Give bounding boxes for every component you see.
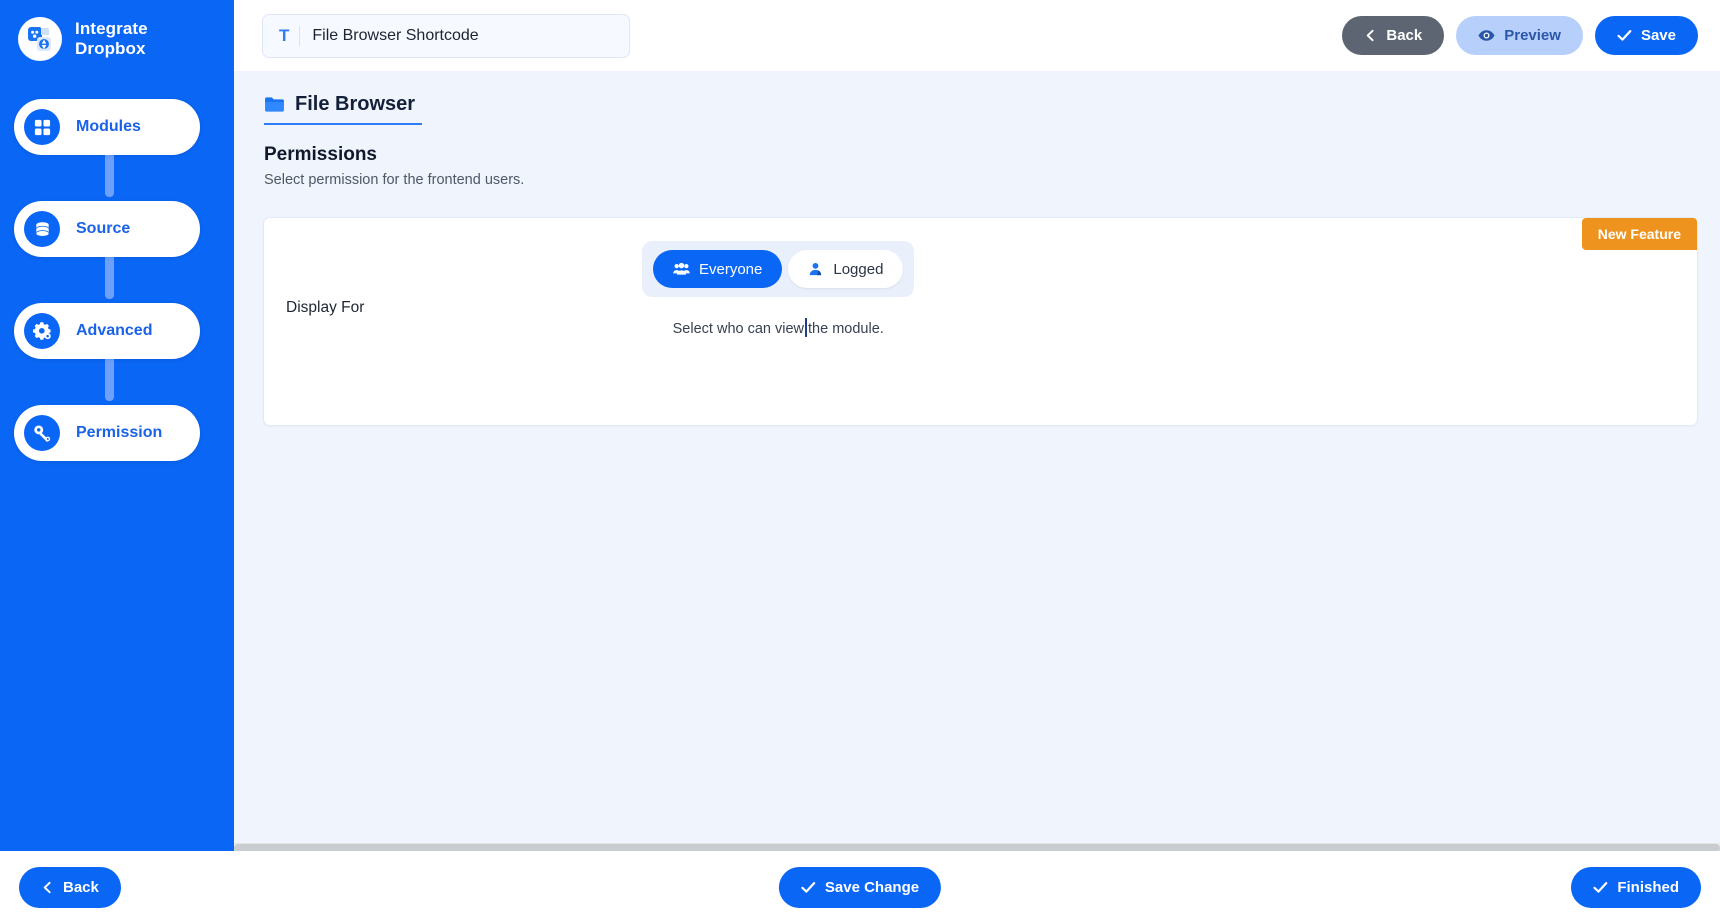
check-icon <box>801 881 816 894</box>
finished-button[interactable]: Finished <box>1571 866 1701 908</box>
toggle-logged[interactable]: Logged <box>788 250 904 288</box>
finished-button-label: Finished <box>1617 878 1679 896</box>
sidebar: Integrate Dropbox Modules Source Advance… <box>0 0 234 851</box>
chevron-left-icon <box>1364 29 1377 42</box>
brand-name-line1: Integrate <box>75 18 148 38</box>
preview-button[interactable]: Preview <box>1456 16 1583 55</box>
chevron-left-icon <box>41 881 54 894</box>
check-icon <box>1617 29 1632 42</box>
folder-icon <box>264 96 285 113</box>
sidebar-item-modules[interactable]: Modules <box>14 99 200 155</box>
display-for-toggle-group: Everyone Logged <box>642 241 915 297</box>
footer-bar: Back Save Change Finished <box>0 851 1720 923</box>
text-type-icon: T <box>263 25 301 46</box>
key-icon <box>24 415 60 451</box>
permissions-card: New Feature Display For Everyone Logged … <box>263 217 1698 426</box>
sidebar-item-source[interactable]: Source <box>14 201 200 257</box>
nav-connector-1 <box>105 151 114 197</box>
back-button-footer-label: Back <box>63 878 99 896</box>
display-for-row: Display For Everyone Logged Select who c… <box>264 218 1697 425</box>
sidebar-item-label: Permission <box>76 424 163 441</box>
topbar-actions: Back Preview Save <box>1342 16 1698 55</box>
topbar: T Back Previ <box>234 0 1720 71</box>
brand-name: Integrate Dropbox <box>75 19 148 59</box>
app-root: Integrate Dropbox Modules Source Advance… <box>0 0 1720 923</box>
page-subtitle: Select permission for the frontend users… <box>264 172 525 188</box>
sidebar-item-permission[interactable]: Permission <box>14 405 200 461</box>
user-icon <box>808 262 824 276</box>
sidebar-nav: Modules Source Advanced Permission <box>0 99 234 461</box>
text-cursor-caret <box>805 318 808 337</box>
content-area: File Browser Permissions Select permissi… <box>234 71 1720 843</box>
sidebar-item-advanced[interactable]: Advanced <box>14 303 200 359</box>
breadcrumb-label: File Browser <box>295 93 416 115</box>
display-for-label: Display For <box>286 299 365 316</box>
sidebar-item-label: Advanced <box>76 322 153 339</box>
module-title-input[interactable] <box>300 26 591 45</box>
display-for-help-text: Select who can view the module. <box>673 318 884 337</box>
people-group-icon <box>673 262 690 276</box>
integrate-dropbox-logo-icon <box>18 17 62 61</box>
save-button[interactable]: Save <box>1594 16 1698 55</box>
toggle-everyone[interactable]: Everyone <box>653 250 783 288</box>
horizontal-scrollbar[interactable] <box>234 843 1720 852</box>
save-button-label: Save <box>1640 27 1676 44</box>
help-text-before: Select who can view <box>672 321 805 337</box>
back-button-footer[interactable]: Back <box>19 866 121 908</box>
preview-button-label: Preview <box>1504 27 1561 44</box>
help-text-after: the module. <box>808 321 884 337</box>
module-title-field[interactable]: T <box>262 13 630 58</box>
brand: Integrate Dropbox <box>0 0 234 61</box>
back-button-top[interactable]: Back <box>1342 16 1445 55</box>
brand-name-line2: Dropbox <box>75 39 146 58</box>
database-icon <box>24 211 60 247</box>
save-change-button-label: Save Change <box>824 878 920 896</box>
page-title: Permissions <box>264 144 377 165</box>
sidebar-item-label: Modules <box>76 118 141 135</box>
eye-icon <box>1478 29 1495 42</box>
nav-connector-2 <box>105 253 114 299</box>
check-icon <box>1593 881 1608 894</box>
toggle-everyone-label: Everyone <box>699 260 763 278</box>
nav-connector-3 <box>105 355 114 401</box>
display-for-control: Everyone Logged Select who can view the … <box>642 241 915 337</box>
toggle-logged-label: Logged <box>833 260 884 278</box>
back-button-top-label: Back <box>1386 27 1423 44</box>
sidebar-item-label: Source <box>76 220 131 237</box>
save-change-button[interactable]: Save Change <box>778 866 942 908</box>
grid-icon <box>24 109 60 145</box>
breadcrumb[interactable]: File Browser <box>264 93 422 125</box>
gear-icon <box>24 313 60 349</box>
